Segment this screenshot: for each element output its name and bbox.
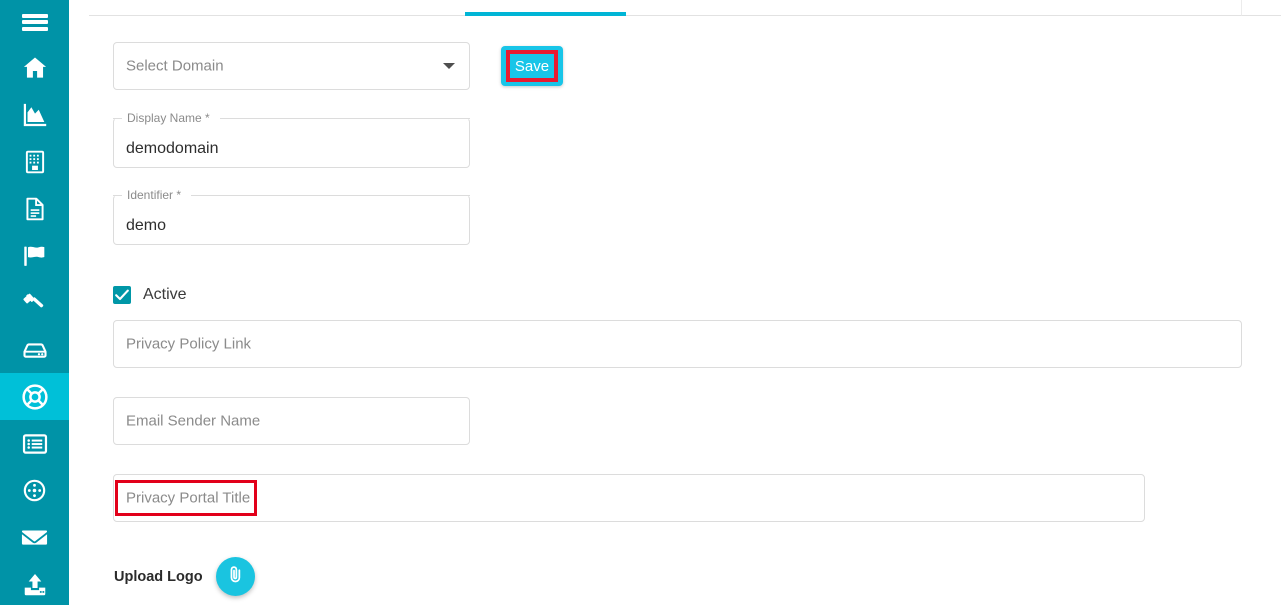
select-domain-placeholder: Select Domain	[126, 57, 224, 75]
sidebar	[0, 0, 69, 605]
identifier-field[interactable]: Identifier * demo	[113, 188, 470, 245]
upload-icon	[21, 571, 49, 599]
database-icon	[21, 336, 49, 364]
cookie-icon	[21, 477, 48, 504]
sidebar-item-documents[interactable]	[0, 185, 69, 232]
envelope-icon	[20, 523, 49, 552]
chart-area-icon	[21, 101, 49, 129]
sidebar-item-upload[interactable]	[0, 561, 69, 608]
gavel-icon	[21, 289, 49, 317]
sidebar-item-data-store[interactable]	[0, 326, 69, 373]
notch-right	[191, 195, 470, 196]
list-card-icon	[21, 430, 49, 458]
active-checkbox[interactable]	[113, 286, 131, 304]
privacy-policy-link-field[interactable]: Privacy Policy Link	[113, 320, 1242, 368]
sidebar-item-analytics[interactable]	[0, 91, 69, 138]
tab-strip-right-panel	[1241, 0, 1281, 16]
privacy-policy-link-placeholder: Privacy Policy Link	[126, 335, 252, 353]
document-icon	[22, 196, 48, 222]
lifebuoy-icon	[20, 382, 50, 412]
upload-logo-row: Upload Logo	[114, 557, 255, 596]
sidebar-item-records[interactable]	[0, 420, 69, 467]
sidebar-item-home[interactable]	[0, 44, 69, 91]
notch-left	[113, 118, 122, 119]
sidebar-item-support[interactable]	[0, 373, 69, 420]
display-name-label: Display Name *	[123, 111, 214, 125]
sidebar-item-email[interactable]	[0, 514, 69, 561]
sidebar-item-legal[interactable]	[0, 279, 69, 326]
identifier-label: Identifier *	[123, 188, 186, 202]
menu-hamburger-icon	[21, 11, 48, 33]
sidebar-item-cookies[interactable]	[0, 467, 69, 514]
display-name-value: demodomain	[126, 140, 219, 157]
flag-icon	[21, 242, 49, 270]
upload-logo-label: Upload Logo	[114, 568, 203, 585]
notch-left	[113, 195, 122, 196]
upload-logo-button[interactable]	[215, 557, 255, 596]
email-sender-name-placeholder: Email Sender Name	[126, 412, 261, 430]
chevron-down-icon	[443, 63, 455, 69]
sidebar-item-flags[interactable]	[0, 232, 69, 279]
save-button[interactable]	[501, 46, 563, 86]
sidebar-item-organization[interactable]	[0, 138, 69, 185]
paperclip-icon	[225, 564, 246, 590]
active-checkbox-label: Active	[143, 286, 187, 303]
select-domain-dropdown[interactable]: Select Domain	[113, 42, 470, 90]
active-checkbox-row[interactable]: Active	[113, 284, 187, 306]
menu-toggle-button[interactable]	[0, 0, 69, 44]
active-tab-indicator	[465, 12, 626, 16]
privacy-portal-title-placeholder: Privacy Portal Title	[126, 489, 251, 507]
notch-right	[220, 118, 470, 119]
privacy-portal-title-field[interactable]: Privacy Portal Title	[113, 474, 1145, 522]
building-icon	[22, 149, 48, 175]
main-content: Select Domain Save Display Name * demodo…	[69, 0, 1281, 605]
home-icon	[21, 54, 49, 82]
tab-strip	[89, 0, 1241, 16]
email-sender-name-field[interactable]: Email Sender Name	[113, 397, 470, 445]
display-name-field[interactable]: Display Name * demodomain	[113, 111, 470, 168]
identifier-value: demo	[126, 217, 167, 234]
check-icon	[115, 289, 129, 301]
